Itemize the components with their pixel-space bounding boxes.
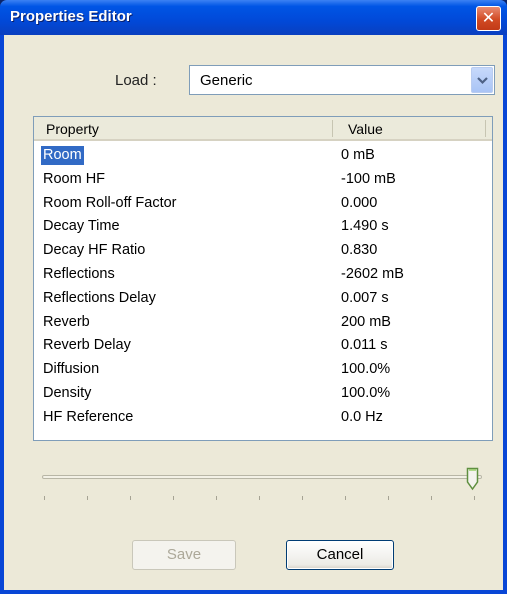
table-row[interactable]: Reflections Delay 0.007 s	[34, 288, 492, 312]
close-icon: ✕	[481, 8, 496, 27]
save-button[interactable]: Save	[132, 540, 236, 570]
property-name: Reflections	[43, 265, 115, 282]
table-row[interactable]: Room 0 mB	[34, 145, 492, 169]
property-value: 0 mB	[341, 147, 375, 163]
slider-tick	[474, 496, 475, 500]
column-divider[interactable]	[485, 120, 486, 137]
property-value: -100 mB	[341, 170, 396, 187]
table-row[interactable]: Diffusion 100.0%	[34, 359, 492, 383]
properties-editor-window: Properties Editor ✕ Load : Generic Prope…	[0, 0, 507, 594]
property-name: Reverb	[43, 313, 90, 330]
property-name: HF Reference	[43, 408, 134, 425]
column-divider[interactable]	[332, 120, 333, 137]
column-header-value[interactable]: Value	[348, 121, 383, 137]
slider-ticks	[42, 496, 482, 502]
property-value: 200 mB	[341, 313, 391, 330]
property-value: 0.830	[341, 242, 378, 259]
property-value: 0.000	[341, 194, 378, 211]
property-name: Reverb Delay	[43, 337, 131, 354]
property-name: Decay HF Ratio	[43, 242, 146, 259]
property-value: 0.007 s	[341, 289, 389, 306]
slider-tick	[345, 496, 346, 500]
property-name: Diffusion	[43, 361, 100, 378]
slider-tick	[388, 496, 389, 500]
slider-tick	[431, 496, 432, 500]
close-button[interactable]: ✕	[476, 6, 501, 31]
table-row[interactable]: Room Roll-off Factor 0.000	[34, 193, 492, 217]
slider-tick	[216, 496, 217, 500]
property-value: 0.011 s	[341, 337, 388, 354]
window-frame-bottom	[0, 590, 507, 594]
property-value: 100.0%	[341, 384, 391, 401]
table-row[interactable]: Reflections -2602 mB	[34, 264, 492, 288]
slider-thumb-icon[interactable]	[466, 467, 479, 491]
table-row[interactable]: HF Reference 0.0 Hz	[34, 407, 492, 431]
property-value: 0.0 Hz	[341, 408, 383, 425]
property-name: Room Roll-off Factor	[43, 194, 177, 211]
property-value: 1.490 s	[341, 218, 389, 235]
table-row[interactable]: Room HF -100 mB	[34, 169, 492, 193]
slider-tick	[173, 496, 174, 500]
property-name: Density	[43, 384, 92, 401]
table-row[interactable]: Reverb 200 mB	[34, 312, 492, 336]
property-name: Reflections Delay	[43, 289, 156, 306]
window-title: Properties Editor	[10, 8, 132, 25]
column-header-property[interactable]: Property	[46, 121, 99, 137]
load-label: Load :	[115, 72, 157, 89]
chevron-down-icon	[477, 77, 488, 85]
cancel-button[interactable]: Cancel	[286, 540, 394, 570]
property-name: Decay Time	[43, 218, 120, 235]
title-bar[interactable]: Properties Editor ✕	[0, 0, 507, 35]
property-name: Room HF	[43, 170, 106, 187]
slider-tick	[87, 496, 88, 500]
table-row[interactable]: Density 100.0%	[34, 383, 492, 407]
slider-tick	[302, 496, 303, 500]
slider-track[interactable]	[42, 475, 482, 479]
load-preset-select[interactable]: Generic	[189, 65, 495, 95]
properties-list[interactable]: Property Value Room 0 mB Room HF -100 mB Roo…	[33, 116, 493, 441]
window-frame-right	[503, 35, 507, 594]
list-header: Property Value	[34, 117, 492, 141]
slider-tick	[130, 496, 131, 500]
property-value: -2602 mB	[341, 265, 404, 282]
property-value: 100.0%	[341, 361, 391, 378]
slider-tick	[44, 496, 45, 500]
slider-tick	[259, 496, 260, 500]
list-rows: Room 0 mB Room HF -100 mB Room Roll-off Fact…	[34, 145, 492, 431]
dropdown-button[interactable]	[471, 67, 493, 93]
table-row[interactable]: Decay Time 1.490 s	[34, 216, 492, 240]
table-row[interactable]: Decay HF Ratio 0.830	[34, 240, 492, 264]
property-name: Room	[41, 146, 84, 165]
table-row[interactable]: Reverb Delay 0.011 s	[34, 335, 492, 359]
load-selected-value: Generic	[200, 72, 253, 89]
